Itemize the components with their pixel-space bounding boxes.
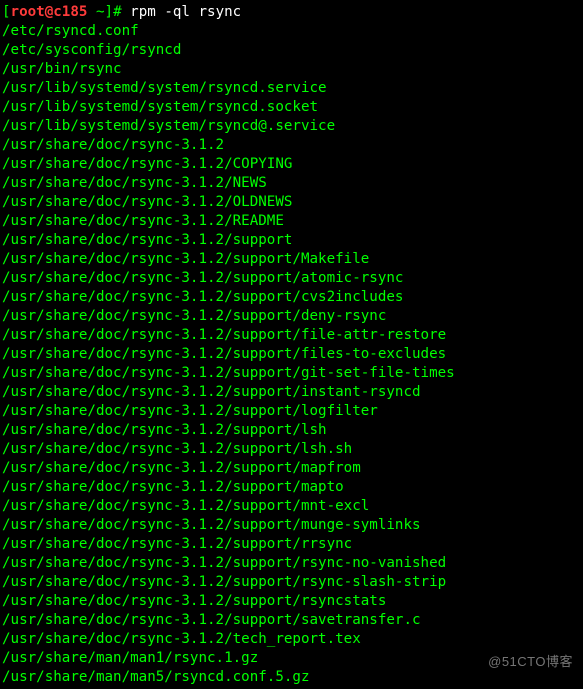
output-line: /usr/share/doc/rsync-3.1.2/support/lsh bbox=[2, 421, 581, 440]
output-line: /usr/bin/rsync bbox=[2, 60, 581, 79]
output-line: /usr/share/doc/rsync-3.1.2/support/rrsyn… bbox=[2, 535, 581, 554]
output-line: /usr/lib/systemd/system/rsyncd.service bbox=[2, 79, 581, 98]
output-line: /usr/share/doc/rsync-3.1.2/support/git-s… bbox=[2, 364, 581, 383]
prompt-hash: # bbox=[113, 4, 130, 20]
prompt-close-bracket: ] bbox=[105, 4, 114, 20]
output-line: /usr/share/doc/rsync-3.1.2/support/cvs2i… bbox=[2, 288, 581, 307]
output-line: /etc/sysconfig/rsyncd bbox=[2, 41, 581, 60]
output-line: /usr/share/doc/rsync-3.1.2/support bbox=[2, 231, 581, 250]
output-line: /usr/share/doc/rsync-3.1.2/support/mapto bbox=[2, 478, 581, 497]
prompt-cwd: ~ bbox=[87, 4, 104, 20]
output-line: /usr/share/doc/rsync-3.1.2/support/lsh.s… bbox=[2, 440, 581, 459]
output-line: /usr/share/doc/rsync-3.1.2/NEWS bbox=[2, 174, 581, 193]
output-line: /usr/share/doc/rsync-3.1.2/support/munge… bbox=[2, 516, 581, 535]
output-line: /usr/share/doc/rsync-3.1.2/support/rsync… bbox=[2, 573, 581, 592]
terminal-window[interactable]: [root@c185 ~]# rpm -ql rsync /etc/rsyncd… bbox=[0, 0, 583, 689]
output-line: /usr/share/doc/rsync-3.1.2/tech_report.t… bbox=[2, 630, 581, 649]
output-line: /usr/share/doc/rsync-3.1.2/support/deny-… bbox=[2, 307, 581, 326]
output-line: /usr/share/doc/rsync-3.1.2/support/atomi… bbox=[2, 269, 581, 288]
output-line: /etc/rsyncd.conf bbox=[2, 22, 581, 41]
output-line: /usr/share/doc/rsync-3.1.2/support/files… bbox=[2, 345, 581, 364]
output-line: /usr/share/doc/rsync-3.1.2/support/Makef… bbox=[2, 250, 581, 269]
output-line: /usr/share/doc/rsync-3.1.2/support/mnt-e… bbox=[2, 497, 581, 516]
output-line: /usr/share/doc/rsync-3.1.2/README bbox=[2, 212, 581, 231]
output-line: /usr/share/doc/rsync-3.1.2/support/file-… bbox=[2, 326, 581, 345]
output-line: /usr/share/doc/rsync-3.1.2/support/rsync… bbox=[2, 554, 581, 573]
output-line: /usr/share/doc/rsync-3.1.2/support/savet… bbox=[2, 611, 581, 630]
output-line: /usr/share/doc/rsync-3.1.2/COPYING bbox=[2, 155, 581, 174]
output-line: /usr/lib/systemd/system/rsyncd.socket bbox=[2, 98, 581, 117]
prompt-open-bracket: [ bbox=[2, 4, 11, 20]
output-line: /usr/share/doc/rsync-3.1.2/support/insta… bbox=[2, 383, 581, 402]
prompt-line: [root@c185 ~]# rpm -ql rsync bbox=[2, 3, 581, 22]
output-line: /usr/share/doc/rsync-3.1.2/OLDNEWS bbox=[2, 193, 581, 212]
watermark-text: @51CTO博客 bbox=[488, 652, 573, 671]
output-line: /usr/share/doc/rsync-3.1.2/support/logfi… bbox=[2, 402, 581, 421]
output-line: /usr/share/doc/rsync-3.1.2/support/mapfr… bbox=[2, 459, 581, 478]
output-line: /usr/lib/systemd/system/rsyncd@.service bbox=[2, 117, 581, 136]
output-line: /usr/share/doc/rsync-3.1.2/support/rsync… bbox=[2, 592, 581, 611]
prompt-user-host: root@c185 bbox=[11, 4, 88, 20]
output-line: /usr/share/doc/rsync-3.1.2 bbox=[2, 136, 581, 155]
command-text: rpm -ql rsync bbox=[130, 4, 241, 20]
